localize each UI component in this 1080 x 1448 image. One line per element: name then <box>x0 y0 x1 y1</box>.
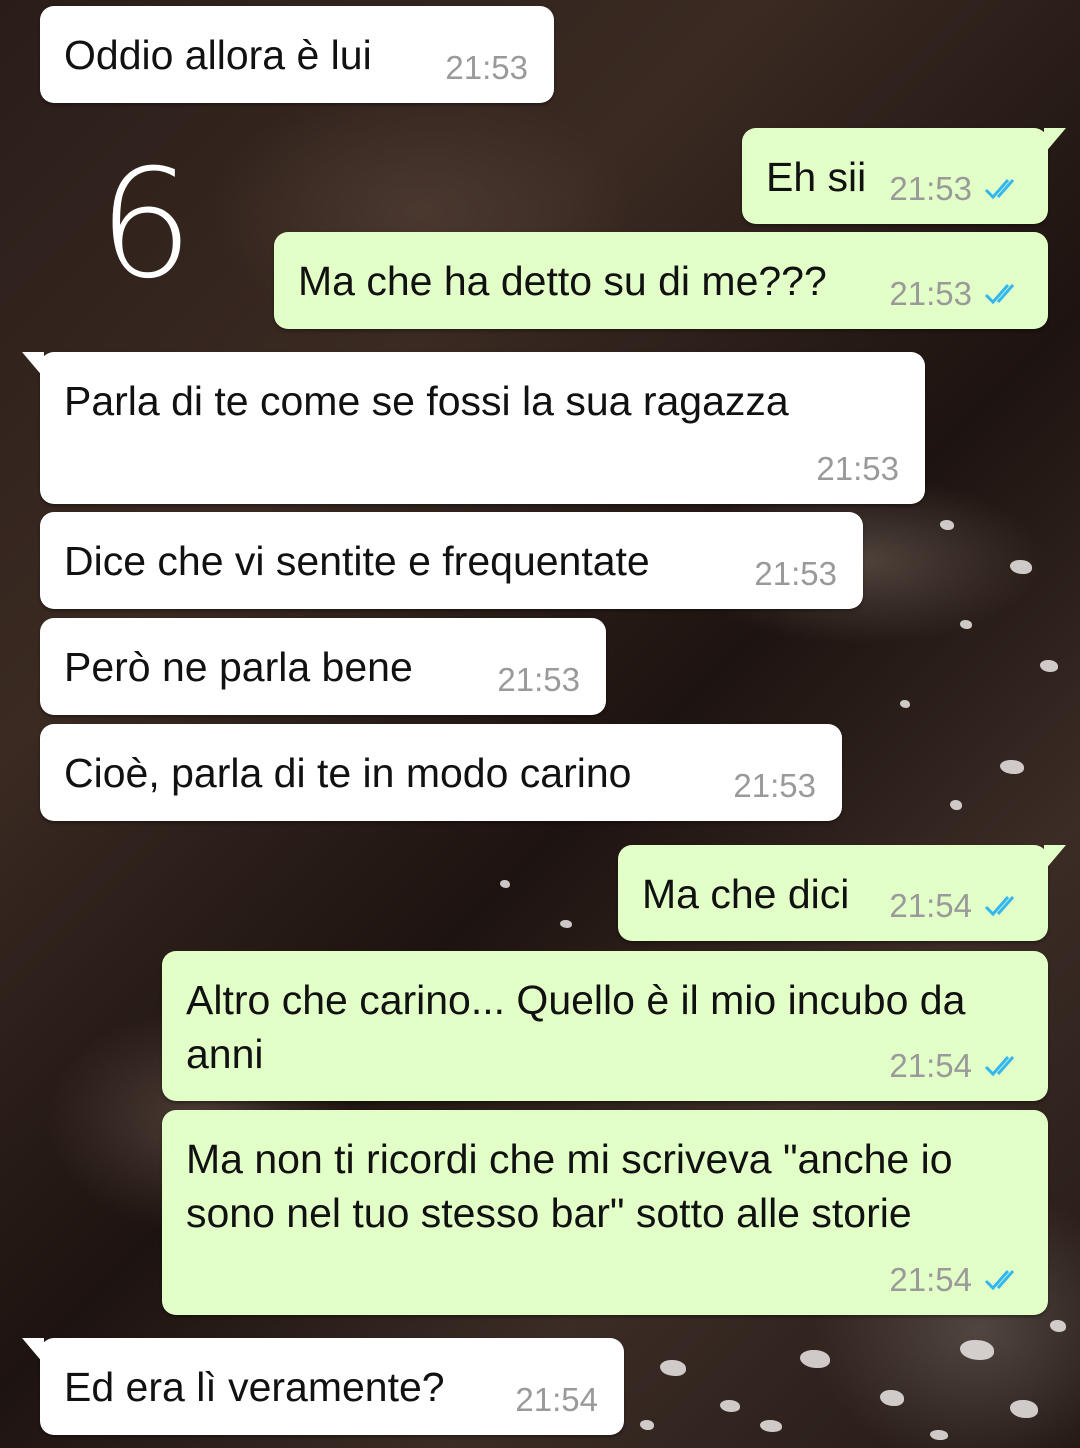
wallpaper-speckle <box>930 1430 948 1440</box>
message-text: Ma non ti ricordi che mi scriveva "anche… <box>186 1136 964 1236</box>
message-time: 21:54 <box>515 1381 598 1418</box>
wallpaper-speckle <box>960 1340 994 1360</box>
message-text: Parla di te come se fossi la sua ragazza <box>64 378 789 424</box>
message-bubble-incoming[interactable]: Oddio allora è lui 21:53 <box>40 6 554 103</box>
wallpaper-speckle <box>1040 660 1058 672</box>
wallpaper-speckle <box>660 1360 686 1376</box>
message-bubble-outgoing[interactable]: Eh sii 21:53 <box>742 128 1066 224</box>
message-text: Ma che dici <box>642 871 850 917</box>
message-bubble-outgoing[interactable]: Ma che dici 21:54 <box>618 845 1066 941</box>
read-double-check-icon <box>984 1056 1015 1077</box>
message-time: 21:54 <box>889 1047 972 1084</box>
message-bubble-outgoing[interactable]: Ma che ha detto su di me??? 21:53 <box>274 232 1048 329</box>
message-time: 21:53 <box>889 170 972 207</box>
wallpaper-speckle <box>500 880 510 888</box>
message-text: Dice che vi sentite e frequentate <box>64 538 650 584</box>
message-bubble-incoming[interactable]: Però ne parla bene 21:53 <box>40 618 606 715</box>
message-text: Ed era lì veramente? <box>64 1364 445 1410</box>
message-time: 21:54 <box>889 1261 972 1298</box>
message-text: Altro che carino... Quello è il mio incu… <box>186 977 977 1077</box>
message-time: 21:53 <box>497 661 580 698</box>
message-bubble-incoming[interactable]: Dice che vi sentite e frequentate 21:53 <box>40 512 863 609</box>
wallpaper-speckle <box>900 700 910 708</box>
message-bubble-outgoing[interactable]: Altro che carino... Quello è il mio incu… <box>162 951 1048 1101</box>
annotation-number: 6 <box>98 138 194 312</box>
message-text: Eh sii <box>766 154 867 200</box>
message-bubble-incoming[interactable]: Parla di te come se fossi la sua ragazza… <box>22 352 925 504</box>
wallpaper-speckle <box>800 1350 830 1368</box>
wallpaper-speckle <box>560 920 572 928</box>
wallpaper-speckle <box>880 1390 904 1406</box>
wallpaper-speckle <box>1000 760 1024 774</box>
wallpaper-speckle <box>1010 1400 1038 1418</box>
wallpaper-speckle <box>1050 1320 1066 1332</box>
read-double-check-icon <box>984 1270 1015 1291</box>
message-time: 21:53 <box>889 275 972 312</box>
wallpaper-speckle <box>950 800 962 810</box>
message-time: 21:53 <box>733 767 816 804</box>
wallpaper-speckle <box>1010 560 1032 574</box>
message-time: 21:53 <box>754 555 837 592</box>
read-double-check-icon <box>984 284 1015 305</box>
message-text: Oddio allora è lui <box>64 32 372 78</box>
message-text: Però ne parla bene <box>64 644 413 690</box>
wallpaper-speckle <box>760 1420 782 1432</box>
read-double-check-icon <box>984 179 1015 200</box>
message-time: 21:53 <box>445 49 528 86</box>
message-text: Ma che ha detto su di me??? <box>298 258 827 304</box>
message-text: Cioè, parla di te in modo carino <box>64 750 632 796</box>
read-double-check-icon <box>984 896 1015 917</box>
wallpaper-speckle <box>640 1420 654 1430</box>
wallpaper-speckle <box>940 520 954 530</box>
message-bubble-incoming[interactable]: Ed era lì veramente? 21:54 <box>22 1338 624 1435</box>
message-time: 21:53 <box>816 450 899 487</box>
message-time: 21:54 <box>889 887 972 924</box>
wallpaper-speckle <box>960 620 972 629</box>
message-bubble-outgoing[interactable]: Ma non ti ricordi che mi scriveva "anche… <box>162 1110 1048 1315</box>
message-bubble-incoming[interactable]: Cioè, parla di te in modo carino 21:53 <box>40 724 842 821</box>
wallpaper-speckle <box>720 1400 740 1412</box>
